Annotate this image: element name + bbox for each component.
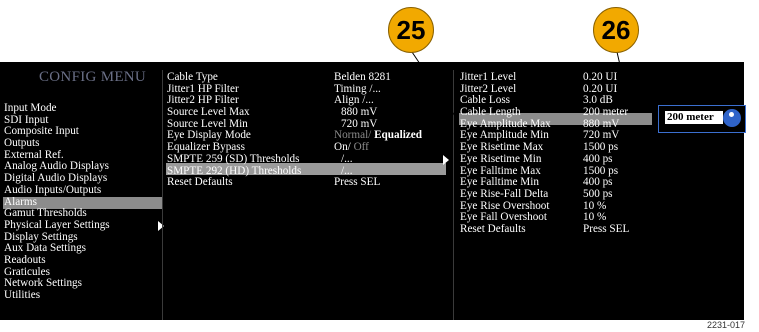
callout-25: 25 bbox=[388, 7, 434, 53]
leader-line bbox=[616, 51, 631, 109]
callout-leaders bbox=[411, 51, 631, 117]
callout-26: 26 bbox=[593, 7, 639, 53]
figure-id: 2231-017 bbox=[706, 320, 745, 330]
leader-line bbox=[411, 51, 456, 117]
